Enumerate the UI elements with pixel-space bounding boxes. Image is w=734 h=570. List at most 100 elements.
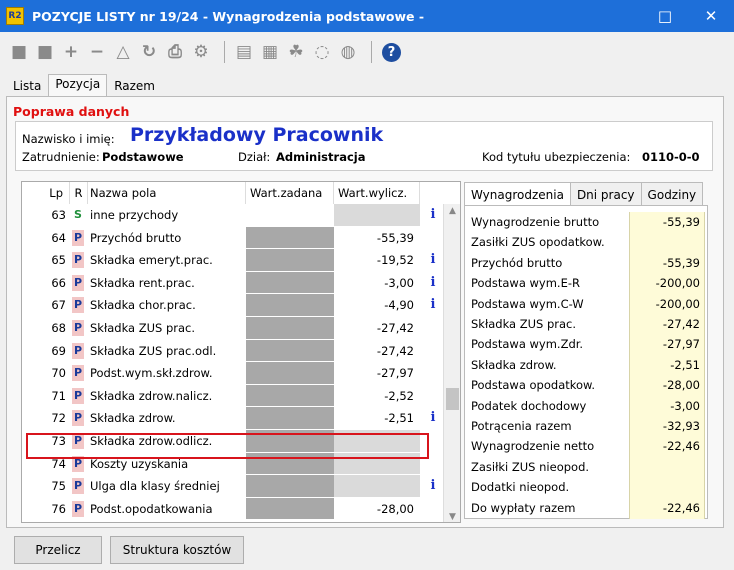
tab-lista[interactable]: Lista bbox=[6, 76, 48, 96]
info-icon[interactable]: i bbox=[422, 407, 444, 430]
info-icon[interactable]: i bbox=[422, 294, 444, 317]
department-value: Administracja bbox=[276, 150, 366, 164]
cost-structure-button[interactable]: Struktura kosztów bbox=[110, 536, 244, 564]
edit-icon[interactable]: △ bbox=[112, 41, 134, 63]
info-icon[interactable] bbox=[422, 317, 444, 340]
table-row[interactable]: 72 P Składka zdrow. -2,51 i bbox=[22, 407, 444, 430]
info-icon[interactable]: i bbox=[422, 475, 444, 498]
row-set-value[interactable] bbox=[246, 384, 334, 408]
summary-label: Składka zdrow. bbox=[471, 357, 557, 372]
row-calc-value: -28,00 bbox=[376, 501, 414, 516]
table-row[interactable]: 69 P Składka ZUS prac.odl. -27,42 bbox=[22, 339, 444, 363]
add-icon[interactable]: + bbox=[60, 41, 82, 63]
row-field-name: Składka zdrow. bbox=[90, 411, 176, 426]
table-row[interactable]: 75 P Ulga dla klasy średniej i bbox=[22, 475, 444, 498]
help-icon[interactable]: ? bbox=[382, 42, 401, 62]
first-record-icon[interactable]: ■ bbox=[8, 41, 30, 63]
row-field-name: Składka emeryt.prac. bbox=[90, 253, 213, 268]
summary-label: Podatek dochodowy bbox=[471, 398, 587, 413]
info-icon[interactable] bbox=[422, 498, 444, 521]
info-icon[interactable] bbox=[422, 227, 444, 250]
tab-pozycja[interactable]: Pozycja bbox=[48, 74, 108, 96]
table-row[interactable]: 64 P Przychód brutto -55,39 bbox=[22, 226, 444, 250]
summary-row: Do wypłaty razem -22,46 bbox=[471, 497, 705, 519]
info-icon[interactable]: i bbox=[422, 272, 444, 295]
close-button[interactable]: ✕ bbox=[688, 0, 734, 32]
next-record-icon[interactable]: ■ bbox=[34, 41, 56, 63]
title-bar: R2 POZYCJE LISTY nr 19/24 - Wynagrodzeni… bbox=[0, 0, 734, 32]
table-row[interactable]: 70 P Podst.wym.skł.zdrow. -27,97 bbox=[22, 362, 444, 385]
row-calc-value: -4,90 bbox=[384, 298, 414, 313]
summary-label: Wynagrodzenie brutto bbox=[471, 215, 600, 229]
summary-row: Wynagrodzenie netto -22,46 bbox=[471, 436, 705, 458]
summary-panel: Wynagrodzenie brutto -55,39 Zasiłki ZUS op… bbox=[464, 205, 708, 519]
summary-row: Podatek dochodowy -3,00 bbox=[471, 395, 705, 417]
info-icon[interactable]: i bbox=[422, 249, 444, 272]
table-row[interactable]: 71 P Składka zdrow.nalicz. -2,52 bbox=[22, 384, 444, 408]
row-set-value[interactable] bbox=[246, 271, 334, 295]
scroll-down-icon[interactable]: ▼ bbox=[444, 512, 460, 522]
summary-value bbox=[629, 456, 705, 478]
summary-row: Wynagrodzenie brutto -55,39 bbox=[471, 212, 705, 234]
table-row[interactable]: 63 Sinne przychody i bbox=[22, 204, 444, 227]
summary-value: -27,42 bbox=[629, 314, 705, 336]
row-set-value[interactable] bbox=[246, 226, 334, 250]
summary-label: Wynagrodzenie netto bbox=[471, 439, 595, 454]
maximize-button[interactable]: □ bbox=[642, 0, 688, 32]
selected-row-highlight bbox=[26, 433, 429, 459]
scrollbar-thumb[interactable] bbox=[446, 388, 459, 410]
row-type: P bbox=[72, 274, 84, 291]
row-set-value[interactable] bbox=[246, 339, 334, 363]
info-icon[interactable] bbox=[422, 385, 444, 408]
summary-tabs: Wynagrodzenia Dni pracy Godziny bbox=[464, 182, 704, 206]
row-set-value[interactable] bbox=[246, 294, 334, 317]
tab-godziny[interactable]: Godziny bbox=[641, 182, 704, 206]
info-icon[interactable] bbox=[422, 340, 444, 363]
table-row[interactable]: 67 P Składka chor.prac. -4,90 i bbox=[22, 294, 444, 317]
row-set-value[interactable] bbox=[246, 475, 334, 498]
summary-label: Zasiłki ZUS opodatkow. bbox=[471, 235, 605, 250]
row-set-value[interactable] bbox=[246, 497, 334, 521]
tab-wynagrodzenia[interactable]: Wynagrodzenia bbox=[464, 182, 571, 206]
table-scrollbar[interactable]: ▲ ▼ bbox=[443, 204, 460, 522]
row-type: P bbox=[72, 365, 84, 382]
delete-icon[interactable]: − bbox=[86, 41, 108, 63]
settings-icon[interactable]: ⚙ bbox=[190, 41, 212, 63]
undo-icon[interactable]: ◍ bbox=[337, 41, 359, 63]
refresh-icon[interactable]: ↻ bbox=[138, 41, 160, 63]
employee-name: Przykładowy Pracownik bbox=[130, 124, 384, 146]
summary-row: Podstawa wym.C-W -200,00 bbox=[471, 293, 705, 315]
row-lp: 69 bbox=[51, 343, 66, 358]
row-calc-value: -2,51 bbox=[384, 411, 414, 426]
report2-icon[interactable]: ▦ bbox=[259, 41, 281, 63]
row-set-value[interactable] bbox=[246, 362, 334, 385]
row-set-value[interactable] bbox=[246, 317, 334, 340]
summary-row: Zasiłki ZUS nieopod. bbox=[471, 456, 705, 478]
row-set-value[interactable] bbox=[246, 249, 334, 272]
row-type: P bbox=[72, 320, 84, 336]
sync-icon[interactable]: ◌ bbox=[311, 41, 333, 63]
tab-dni-pracy[interactable]: Dni pracy bbox=[570, 182, 642, 206]
tab-razem[interactable]: Razem bbox=[107, 76, 162, 96]
table-row[interactable]: 65 P Składka emeryt.prac. -19,52 i bbox=[22, 249, 444, 272]
section-title: Poprawa danych bbox=[13, 104, 130, 119]
recalculate-button[interactable]: Przelicz bbox=[14, 536, 102, 564]
info-icon[interactable]: i bbox=[422, 204, 444, 227]
row-set-value[interactable] bbox=[246, 204, 334, 227]
row-lp: 72 bbox=[51, 411, 66, 426]
table-row[interactable]: 76 P Podst.opodatkowania -28,00 bbox=[22, 497, 444, 521]
summary-label: Dodatki nieopod. bbox=[471, 480, 570, 495]
print-icon[interactable]: ⎙ bbox=[164, 41, 186, 63]
header-set-value: Wart.zadana bbox=[246, 182, 334, 204]
scroll-up-icon[interactable]: ▲ bbox=[444, 206, 460, 216]
report-icon[interactable]: ▤ bbox=[233, 41, 255, 63]
info-icon[interactable] bbox=[422, 362, 444, 385]
row-type: S bbox=[74, 208, 82, 221]
table-row[interactable]: 68 P Składka ZUS prac. -27,42 bbox=[22, 317, 444, 340]
row-lp: 70 bbox=[51, 366, 66, 381]
insurance-code: 0110-0-0 bbox=[642, 150, 700, 164]
users-icon[interactable]: ☘ bbox=[285, 41, 307, 63]
summary-label: Potrącenia razem bbox=[471, 419, 572, 433]
row-set-value[interactable] bbox=[246, 407, 334, 430]
table-row[interactable]: 66 P Składka rent.prac. -3,00 i bbox=[22, 271, 444, 295]
